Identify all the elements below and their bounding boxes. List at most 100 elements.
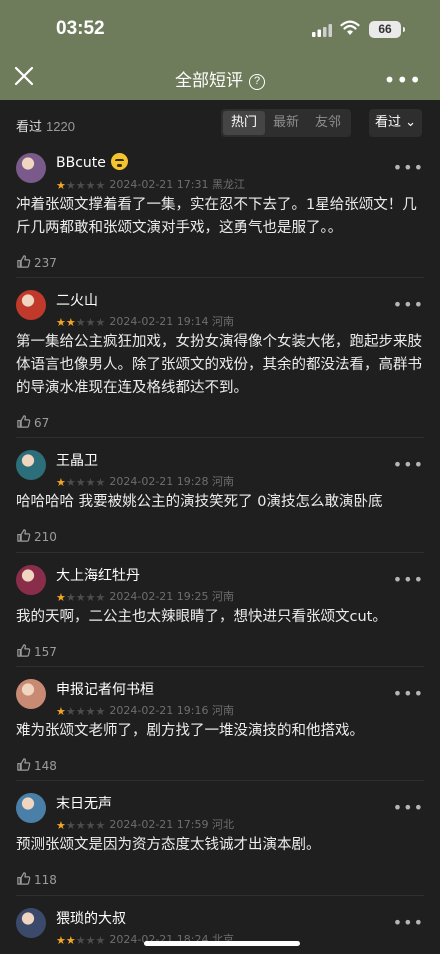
star-icon: ★ [65, 591, 76, 604]
comment-time: 2024-02-21 17:59 [109, 818, 209, 831]
thumbs-up-icon [17, 255, 31, 268]
star-icon: ★ [85, 819, 96, 832]
more-options-icon[interactable]: ••• [393, 570, 424, 589]
star-icon: ★ [95, 819, 106, 832]
star-icon: ★ [95, 591, 106, 604]
username[interactable]: 王晶卫 [56, 450, 98, 470]
star-icon: ★ [95, 705, 106, 718]
username-text: 二火山 [56, 293, 98, 309]
avatar[interactable] [16, 908, 46, 938]
like-count: 67 [34, 416, 50, 430]
comment-meta: ★★★★★ 2024-02-21 17:59 河北 [56, 816, 234, 832]
comment-time: 2024-02-21 19:16 [109, 704, 209, 717]
avatar[interactable] [16, 153, 46, 183]
username[interactable]: 二火山 [56, 290, 98, 310]
like-button[interactable]: 237 [16, 254, 57, 270]
comment-text: 难为张颂文老师了，剧方找了一堆没演技的和他搭戏。 [16, 723, 364, 739]
rating-stars: ★★★★★ [56, 819, 105, 832]
like-button[interactable]: 118 [16, 871, 57, 887]
username[interactable]: 申报记者何书桓 [56, 679, 154, 699]
username-text: 申报记者何书桓 [56, 682, 154, 698]
star-icon: ★ [65, 316, 76, 329]
comment-meta: ★★★★★ 2024-02-21 19:14 河南 [56, 313, 234, 329]
more-options-icon[interactable]: ••• [393, 913, 424, 932]
comment-text: 第一集给公主疯狂加戏，女扮女演得像个女装大佬，跑起步来肢体语言也像男人。除了张颂… [16, 334, 422, 396]
rating-stars: ★★★★★ [56, 591, 105, 604]
thumbs-up-icon [17, 758, 31, 771]
comment-meta: ★★★★★ 2024-02-21 19:16 河南 [56, 702, 234, 718]
rating-stars: ★★★★★ [56, 934, 105, 947]
comment-time: 2024-02-21 19:28 [109, 475, 209, 488]
like-button[interactable]: 210 [16, 528, 57, 544]
avatar[interactable] [16, 793, 46, 823]
avatar[interactable] [16, 450, 46, 480]
username[interactable]: BBcute [56, 153, 128, 171]
comment-text: 我的天啊，二公主也太辣眼睛了，想快进只看张颂文cut。 [16, 609, 387, 625]
username-text: 王晶卫 [56, 453, 98, 469]
nav-bar: 全部短评? ••• [0, 60, 440, 96]
comment-meta: ★★★★★ 2024-02-21 19:28 河南 [56, 473, 234, 489]
star-icon: ★ [95, 316, 106, 329]
header: 03:52 66 全部短评? ••• [0, 0, 440, 100]
like-button[interactable]: 67 [16, 414, 49, 430]
like-button[interactable]: 148 [16, 757, 57, 773]
avatar[interactable] [16, 679, 46, 709]
comment-location: 河南 [212, 475, 234, 488]
more-options-icon[interactable]: ••• [393, 295, 424, 314]
thumbs-up-icon [17, 644, 31, 657]
thumbs-up-icon [17, 872, 31, 885]
page-title-text: 全部短评 [175, 71, 243, 91]
more-options-icon[interactable]: ••• [393, 684, 424, 703]
star-icon: ★ [56, 316, 66, 329]
watched-label: 看过 [16, 120, 43, 135]
more-options-icon[interactable]: ••• [393, 455, 424, 474]
rating-stars: ★★★★★ [56, 705, 105, 718]
like-count: 237 [34, 256, 57, 270]
more-options-icon[interactable]: ••• [384, 68, 422, 92]
star-icon: ★ [95, 179, 106, 192]
star-icon: ★ [56, 591, 66, 604]
like-count: 157 [34, 645, 57, 659]
divider [16, 437, 424, 438]
status-filter-dropdown[interactable]: 看过 ⌄ [369, 109, 423, 137]
tab-friends[interactable]: 友邻 [307, 111, 349, 135]
avatar[interactable] [16, 290, 46, 320]
star-icon: ★ [75, 476, 86, 489]
star-icon: ★ [75, 819, 86, 832]
star-icon: ★ [75, 934, 86, 947]
comment-location: 河南 [212, 704, 234, 717]
star-icon: ★ [95, 934, 106, 947]
star-icon: ★ [95, 476, 106, 489]
more-options-icon[interactable]: ••• [393, 158, 424, 177]
like-count: 148 [34, 759, 57, 773]
comment-text: 预测张颂文是因为资方态度太钱诚才出演本剧。 [16, 837, 321, 853]
comment-location: 河北 [212, 818, 234, 831]
tab-latest[interactable]: 最新 [265, 111, 307, 135]
comment-meta: ★★★★★ 2024-02-21 19:25 河南 [56, 588, 234, 604]
star-icon: ★ [75, 316, 86, 329]
more-options-icon[interactable]: ••• [393, 798, 424, 817]
username[interactable]: 猥琐的大叔 [56, 908, 126, 928]
watched-number: 1220 [46, 119, 75, 134]
like-count: 118 [34, 873, 57, 887]
username-text: 大上海红牡丹 [56, 568, 140, 584]
star-icon: ★ [75, 705, 86, 718]
star-icon: ★ [65, 934, 76, 947]
username[interactable]: 大上海红牡丹 [56, 565, 140, 585]
star-icon: ★ [85, 316, 96, 329]
avatar[interactable] [16, 565, 46, 595]
comment-text: 哈哈哈哈 我要被姚公主的演技笑死了 0演技怎么敢演卧底 [16, 494, 383, 510]
help-icon[interactable]: ? [249, 74, 265, 90]
star-icon: ★ [75, 179, 86, 192]
star-icon: ★ [75, 591, 86, 604]
star-icon: ★ [56, 934, 66, 947]
username[interactable]: 末日无声 [56, 793, 112, 813]
username-text: BBcute [56, 155, 106, 171]
rating-stars: ★★★★★ [56, 316, 105, 329]
tab-hot[interactable]: 热门 [223, 111, 266, 135]
like-button[interactable]: 157 [16, 643, 57, 659]
star-icon: ★ [56, 476, 66, 489]
divider [16, 552, 424, 553]
signal-icon [312, 24, 332, 37]
status-time: 03:52 [56, 18, 105, 39]
